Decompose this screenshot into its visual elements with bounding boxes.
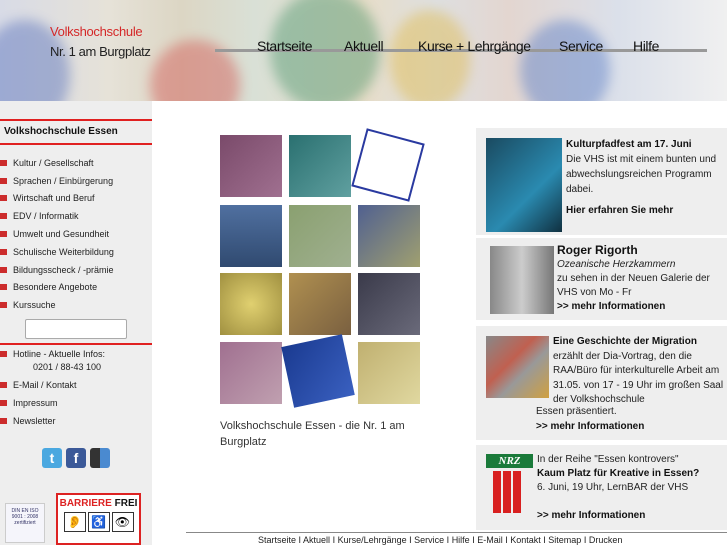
news-link[interactable]: >> mehr Informationen (557, 300, 727, 314)
nrz-logo: NRZ (486, 454, 533, 468)
hotline-label: Hotline - Aktuelle Infos: (0, 349, 105, 359)
sidebar-item-wirtschaft[interactable]: Wirtschaft und Beruf (0, 193, 95, 203)
logo-line2: Nr. 1 am Burgplatz (50, 44, 151, 59)
nav-kurse[interactable]: Kurse + Lehrgänge (406, 34, 531, 56)
sidebar-item-kurssuche[interactable]: Kurssuche (0, 300, 56, 310)
sidebar-item-schulische[interactable]: Schulische Weiterbildung (0, 247, 114, 257)
mosaic-tile (220, 135, 282, 197)
footer-link-sitemap[interactable]: Sitemap (548, 535, 581, 545)
nav-label: Kurse + Lehrgänge (418, 38, 531, 54)
mosaic-tile (358, 342, 420, 404)
mosaic-frame (351, 128, 425, 202)
footer-nav: Startseite I Aktuell I Kurse/Lehrgänge I… (258, 535, 623, 545)
news-panel-rigorth: Roger Rigorth Ozeanische Herzkammern zu … (476, 238, 727, 320)
news-link[interactable]: Hier erfahren Sie mehr (566, 203, 726, 218)
mosaic-tile (358, 273, 420, 335)
news-title: Roger Rigorth (557, 243, 638, 257)
mosaic-tile (220, 273, 282, 335)
news-text: erzählt der Dia-Vortrag, den die RAA/Bür… (553, 350, 724, 406)
footer-link-hilfe[interactable]: Hilfe (452, 535, 470, 545)
footer-link-email[interactable]: E-Mail (477, 535, 503, 545)
nav-hilfe[interactable]: Hilfe (621, 34, 660, 56)
sidebar-item-edv[interactable]: EDV / Informatik (0, 211, 79, 221)
mosaic-tile (358, 205, 420, 267)
sidebar-link-email[interactable]: E-Mail / Kontakt (0, 380, 77, 390)
footer-link-kurse[interactable]: Kurse/Lehrgänge (338, 535, 407, 545)
footer-divider (186, 532, 727, 533)
news-text: 6. Juni, 19 Uhr, LernBAR der VHS (537, 482, 689, 493)
course-search-input[interactable] (25, 319, 127, 339)
news-image[interactable] (490, 246, 554, 314)
hearing-icon: 👂 (63, 512, 86, 532)
mosaic-tile (289, 135, 351, 197)
sidebar-item-umwelt[interactable]: Umwelt und Gesundheit (0, 229, 109, 239)
footer-link-aktuell[interactable]: Aktuell (303, 535, 330, 545)
news-title: Kulturpfadfest am 17. Juni (566, 139, 692, 150)
divider (0, 343, 152, 345)
nav-aktuell[interactable]: Aktuell (332, 34, 384, 56)
news-link[interactable]: >> mehr Informationen (536, 420, 726, 435)
news-panel-nrz: NRZ In der Reihe "Essen kontrovers" Kaum… (476, 445, 727, 530)
news-panel-migration: Eine Geschichte der Migration erzählt de… (476, 326, 727, 440)
sidebar-item-besondere[interactable]: Besondere Angebote (0, 282, 97, 292)
news-intro: In der Reihe "Essen kontrovers" (537, 454, 679, 465)
news-text: zu sehen in der Neuen Galerie der VHS vo… (557, 273, 710, 298)
sidebar: Volkshochschule Essen Kultur / Gesellsch… (0, 101, 152, 545)
footer-link-service[interactable]: Service (414, 535, 444, 545)
sidebar-item-kultur[interactable]: Kultur / Gesellschaft (0, 158, 94, 168)
grid-logo-icon (493, 471, 523, 513)
twitter-icon[interactable]: t (42, 448, 62, 468)
delicious-icon[interactable] (90, 448, 110, 468)
sidebar-link-newsletter[interactable]: Newsletter (0, 416, 56, 426)
news-link[interactable]: >> mehr Informationen (537, 509, 727, 523)
wheelchair-icon: ♿ (87, 512, 110, 532)
header-banner: Volkshochschule Nr. 1 am Burgplatz Start… (0, 0, 727, 101)
sidebar-title: Volkshochschule Essen (0, 119, 152, 145)
news-image[interactable] (486, 336, 549, 398)
news-text: Die VHS ist mit einem bunten und abwechs… (566, 154, 717, 195)
sidebar-item-sprachen[interactable]: Sprachen / Einbürgerung (0, 176, 113, 186)
iso-certification-badge: DIN EN ISO 9001 : 2008 zertifiziert (5, 503, 45, 543)
mosaic-caption: Volkshochschule Essen - die Nr. 1 am Bur… (220, 420, 405, 448)
nav-label: Startseite (257, 38, 313, 54)
barrier-free-badge: BARRIERE FREI 👂 ♿ 👁 (56, 493, 141, 545)
news-title: Kaum Platz für Kreative in Essen? (537, 468, 700, 479)
news-title: Eine Geschichte der Migration (553, 336, 697, 347)
nav-service[interactable]: Service (547, 34, 603, 56)
vision-icon: 👁 (111, 512, 134, 532)
sidebar-item-bildungsscheck[interactable]: Bildungsscheck / -prämie (0, 265, 114, 275)
news-panel-kulturpfadfest: Kulturpfadfest am 17. Juni Die VHS ist m… (476, 128, 727, 235)
mosaic-tile (289, 273, 351, 335)
nav-label: Hilfe (633, 38, 660, 54)
news-image[interactable] (486, 138, 562, 232)
hotline-number: 0201 / 88-43 100 (33, 362, 102, 372)
mosaic-tile (220, 342, 282, 404)
news-text: Essen präsentiert. (536, 406, 617, 417)
decor (390, 10, 470, 101)
nav-startseite[interactable]: Startseite (245, 34, 313, 56)
footer-link-startseite[interactable]: Startseite (258, 535, 296, 545)
barrier-free-word1: BARRIERE (59, 498, 112, 509)
mosaic-tile (289, 205, 351, 267)
news-subtitle: Ozeanische Herzkammern (557, 259, 676, 270)
mosaic-tile (281, 334, 355, 408)
facebook-icon[interactable]: f (66, 448, 86, 468)
nav-label: Aktuell (344, 38, 384, 54)
decor (520, 20, 610, 101)
nav-label: Service (559, 38, 603, 54)
sidebar-link-impressum[interactable]: Impressum (0, 398, 58, 408)
logo-line1: Volkshochschule (50, 24, 143, 39)
footer-link-drucken[interactable]: Drucken (589, 535, 623, 545)
mosaic-tile (220, 205, 282, 267)
barrier-free-word2: FREI (114, 498, 138, 509)
footer-link-kontakt[interactable]: Kontakt (510, 535, 541, 545)
